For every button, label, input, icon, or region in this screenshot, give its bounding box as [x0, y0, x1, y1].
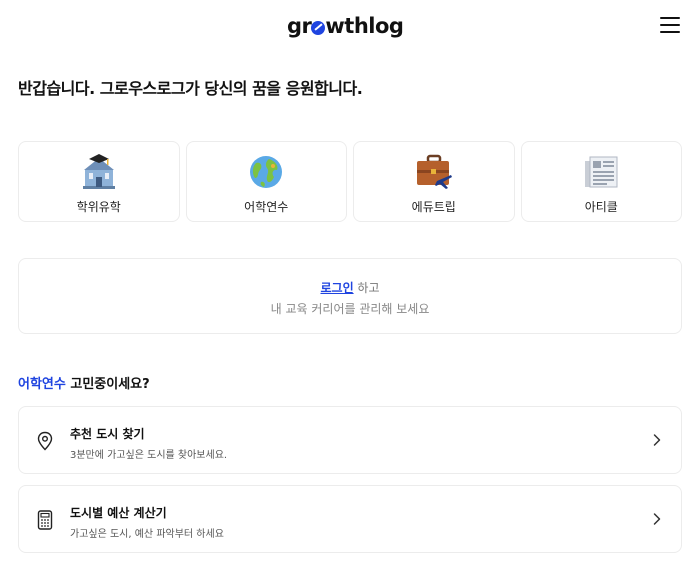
tool-card-description: 3분만에 가고싶은 도시를 찾아보세요.	[70, 450, 228, 461]
hamburger-menu-icon[interactable]	[660, 17, 680, 33]
logo-text-start: gr	[287, 14, 312, 38]
category-edutrip[interactable]: 에듀트립	[353, 141, 515, 222]
chevron-right-icon	[653, 513, 661, 525]
category-label: 학위유학	[76, 200, 121, 214]
growthlog-logo[interactable]: gr wthlog	[287, 12, 404, 40]
briefcase-airplane-icon	[416, 154, 452, 189]
logo-text-end: wthlog	[325, 14, 404, 38]
greeting-title: 반갑습니다. 그로우스로그가 당신의 꿈을 응원합니다.	[18, 79, 363, 98]
login-prompt-suffix: 하고	[353, 281, 380, 295]
category-grid: 학위유학 어학연수 에듀트립 아티클	[18, 141, 682, 222]
tool-card-title: 추천 도시 찾기	[70, 427, 145, 441]
section-title-accent: 어학연수	[18, 377, 66, 392]
calculator-icon	[37, 510, 53, 530]
login-prompt-description: 내 교육 커리어를 관리해 보세요	[270, 302, 430, 316]
section-title: 어학연수 고민중이세요?	[18, 373, 150, 392]
newspaper-icon	[585, 156, 618, 188]
tool-card-title: 도시별 예산 계산기	[70, 506, 167, 520]
header: gr wthlog	[0, 0, 700, 52]
menu-bar	[660, 24, 680, 26]
tool-card-description: 가고싶은 도시, 예산 파악부터 하세요	[70, 529, 224, 540]
category-article[interactable]: 아티클	[520, 141, 682, 222]
category-degree-study[interactable]: 학위유학	[18, 141, 180, 222]
globe-icon	[250, 156, 283, 188]
university-building-icon	[82, 154, 115, 189]
chevron-right-icon	[653, 434, 661, 446]
menu-bar	[660, 31, 680, 33]
login-link[interactable]: 로그인	[320, 281, 353, 295]
login-prompt-line: 로그인 하고	[19, 279, 681, 296]
category-label: 에듀트립	[411, 200, 456, 214]
category-label: 아티클	[584, 200, 618, 214]
category-language-study[interactable]: 어학연수	[185, 141, 347, 222]
logo-o-mark-icon	[311, 20, 326, 35]
category-label: 어학연수	[244, 200, 289, 214]
section-title-rest: 고민중이세요?	[65, 377, 150, 392]
login-prompt-card: 로그인 하고 내 교육 커리어를 관리해 보세요	[18, 258, 682, 334]
city-budget-calculator-card[interactable]: 도시별 예산 계산기 가고싶은 도시, 예산 파악부터 하세요	[18, 485, 682, 553]
menu-bar	[660, 17, 680, 19]
find-recommended-city-card[interactable]: 추천 도시 찾기 3분만에 가고싶은 도시를 찾아보세요.	[18, 406, 682, 474]
location-pin-icon	[37, 431, 53, 451]
